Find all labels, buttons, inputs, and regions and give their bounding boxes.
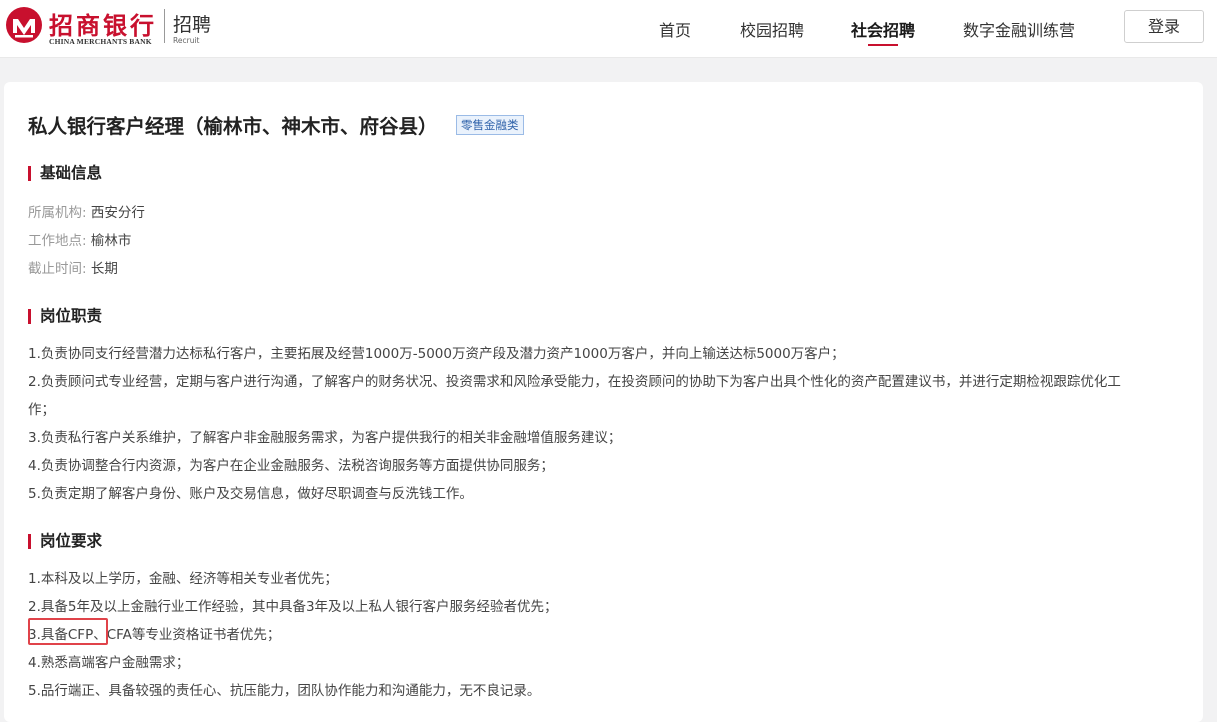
requirement-line: 4.熟悉高端客户金融需求； — [28, 655, 190, 671]
duty-line: 5.负责定期了解客户身份、账户及交易信息，做好尽职调查与反洗钱工作。 — [28, 486, 473, 502]
brand-name-en: CHINA MERCHANTS BANK — [49, 37, 152, 46]
section-basic-info-heading: 基础信息 — [28, 165, 102, 181]
duty-line: 2.负责顾问式专业经营，定期与客户进行沟通，了解客户的财务状况、投资需求和风险承… — [28, 374, 1121, 390]
recruit-label-cn: 招聘 — [173, 14, 212, 36]
requirement-line: 2.具备5年及以上金融行业工作经验，其中具备3年及以上私人银行客户服务经验者优先… — [28, 599, 558, 615]
job-detail-card: 私人银行客户经理（榆林市、神木市、府谷县） 零售金融类 基础信息 所属机构: 西… — [4, 82, 1203, 722]
logo-divider — [164, 9, 165, 43]
login-button[interactable]: 登录 — [1124, 10, 1204, 43]
site-header: 招商银行 CHINA MERCHANTS BANK 招聘 Recruit 首页 … — [0, 0, 1217, 58]
duty-line: 1.负责协同支行经营潜力达标私行客户，主要拓展及经营1000万-5000万资产段… — [28, 346, 845, 362]
info-row-location: 工作地点: 榆林市 — [28, 229, 131, 249]
job-category-tag: 零售金融类 — [456, 115, 524, 135]
section-duties-heading: 岗位职责 — [28, 308, 102, 324]
info-value: 西安分行 — [90, 205, 145, 221]
requirement-line: 5.品行端正、具备较强的责任心、抗压能力，团队协作能力和沟通能力，无不良记录。 — [28, 683, 541, 699]
info-label: 所属机构: — [28, 205, 87, 221]
info-value: 榆林市 — [90, 233, 132, 249]
duty-line: 3.负责私行客户关系维护，了解客户非金融服务需求，为客户提供我行的相关非金融增值… — [28, 430, 622, 446]
job-title: 私人银行客户经理（榆林市、神木市、府谷县） — [28, 115, 438, 138]
duty-line: 作； — [28, 402, 55, 418]
requirement-line: 1.本科及以上学历，金融、经济等相关专业者优先； — [28, 571, 338, 587]
info-row-deadline: 截止时间: 长期 — [28, 257, 118, 277]
section-requirements-heading: 岗位要求 — [28, 533, 102, 549]
info-label: 截止时间: — [28, 261, 87, 277]
nav-digital-finance-camp[interactable]: 数字金融训练营 — [963, 17, 1075, 41]
duty-line: 4.负责协调整合行内资源，为客户在企业金融服务、法税咨询服务等方面提供协同服务； — [28, 458, 554, 474]
nav-home[interactable]: 首页 — [659, 17, 691, 41]
nav-social-recruit[interactable]: 社会招聘 — [851, 17, 915, 41]
nav-active-indicator — [868, 44, 898, 46]
info-row-organization: 所属机构: 西安分行 — [28, 201, 145, 221]
cmb-logo-icon — [6, 7, 42, 43]
highlight-annotation-box — [28, 618, 108, 645]
recruit-label-en: Recruit — [173, 36, 200, 45]
brand-name-cn: 招商银行 — [49, 11, 157, 40]
info-value: 长期 — [90, 261, 118, 277]
nav-campus-recruit[interactable]: 校园招聘 — [740, 17, 804, 41]
info-label: 工作地点: — [28, 233, 87, 249]
